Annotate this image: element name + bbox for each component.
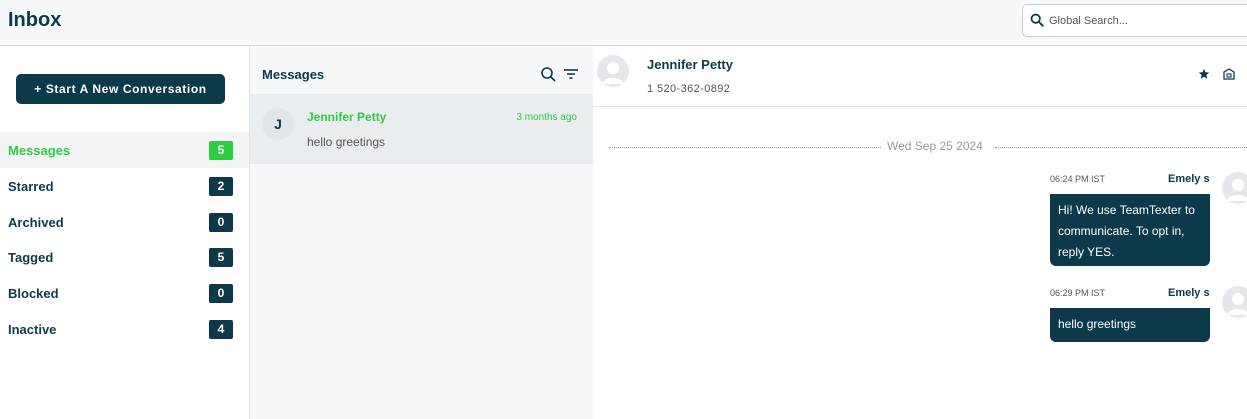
avatar-placeholder-icon xyxy=(597,55,629,87)
sidebar-item-archived[interactable]: Archived 0 xyxy=(0,204,249,240)
chat-contact-phone: 1 520-362-0892 xyxy=(647,83,731,95)
message-sender: Emely s xyxy=(1168,173,1210,185)
count-badge: 0 xyxy=(209,212,233,232)
sidebar-item-label: Blocked xyxy=(8,285,59,301)
date-separator-label: Wed Sep 25 2024 xyxy=(881,139,989,153)
filter-icon[interactable] xyxy=(563,66,579,82)
sidebar-item-tagged[interactable]: Tagged 5 xyxy=(0,239,249,275)
conversation-list-item[interactable]: J Jennifer Petty 3 months ago hello gree… xyxy=(250,94,593,164)
conversation-preview: hello greetings xyxy=(307,135,386,149)
sidebar-item-label: Tagged xyxy=(8,249,54,265)
messages-panel: Messages J Jennifer Petty 3 months ago h… xyxy=(250,46,593,419)
date-separator: Wed Sep 25 2024 xyxy=(609,139,1247,155)
sidebar: + Start A New Conversation Messages 5 St… xyxy=(0,46,250,419)
messages-panel-title: Messages xyxy=(262,67,325,82)
search-icon[interactable] xyxy=(540,66,556,82)
chat-panel: Jennifer Petty 1 520-362-0892 Wed Sep 25… xyxy=(593,46,1247,419)
avatar: J xyxy=(262,108,294,140)
count-badge: 2 xyxy=(209,176,233,196)
count-badge: 5 xyxy=(209,140,233,160)
divider xyxy=(609,147,881,148)
start-new-conversation-button[interactable]: + Start A New Conversation xyxy=(16,74,225,104)
sidebar-item-blocked[interactable]: Blocked 0 xyxy=(0,275,249,311)
message-bubble: hello greetings xyxy=(1050,308,1210,342)
sidebar-item-label: Archived xyxy=(8,214,64,230)
sidebar-item-starred[interactable]: Starred 2 xyxy=(0,168,249,204)
conversation-contact-name: Jennifer Petty xyxy=(307,110,387,124)
divider xyxy=(995,147,1247,148)
global-search[interactable] xyxy=(1022,4,1247,37)
star-icon[interactable] xyxy=(1198,68,1210,80)
avatar-placeholder-icon xyxy=(1222,286,1247,318)
page-title: Inbox xyxy=(8,9,62,31)
search-icon xyxy=(1030,13,1044,27)
global-search-input[interactable] xyxy=(1049,11,1239,31)
message-timestamp: 06:24 PM IST xyxy=(1050,174,1106,184)
chat-contact-name: Jennifer Petty xyxy=(647,57,733,72)
sidebar-item-messages[interactable]: Messages 5 xyxy=(0,132,249,168)
count-badge: 4 xyxy=(209,319,233,339)
count-badge: 5 xyxy=(209,247,233,267)
sidebar-item-inactive[interactable]: Inactive 4 xyxy=(0,311,249,347)
chat-header: Jennifer Petty 1 520-362-0892 xyxy=(593,46,1247,107)
avatar-placeholder-icon xyxy=(1222,172,1247,204)
message-bubble: Hi! We use TeamTexter to communicate. To… xyxy=(1050,194,1210,266)
message-sender: Emely s xyxy=(1168,287,1210,299)
message-timestamp: 06:29 PM IST xyxy=(1050,288,1106,298)
top-header: Inbox xyxy=(0,0,1247,46)
sidebar-item-label: Messages xyxy=(8,142,71,158)
sidebar-item-label: Inactive xyxy=(8,321,57,337)
count-badge: 0 xyxy=(209,283,233,303)
sidebar-item-label: Starred xyxy=(8,178,54,194)
conversation-timestamp: 3 months ago xyxy=(516,112,577,123)
archive-icon[interactable] xyxy=(1223,68,1235,80)
